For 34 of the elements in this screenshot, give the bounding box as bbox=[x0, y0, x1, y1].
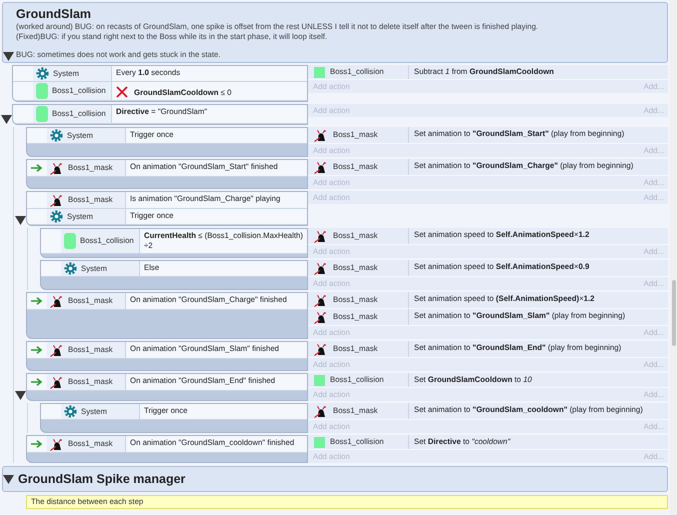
horned-figure-icon bbox=[314, 342, 328, 356]
horned-figure-icon bbox=[50, 343, 64, 357]
expand-toggle-icon[interactable] bbox=[3, 51, 14, 62]
sprite-icon bbox=[36, 83, 48, 99]
arrow-icon bbox=[31, 297, 43, 305]
horned-figure-icon bbox=[50, 375, 64, 389]
scrollbar[interactable] bbox=[670, 0, 677, 515]
sprite-icon bbox=[64, 233, 76, 249]
sprite-icon bbox=[314, 66, 325, 78]
arrow-icon bbox=[31, 346, 43, 354]
expand-toggle-icon[interactable] bbox=[14, 390, 26, 401]
scroll-thumb[interactable] bbox=[672, 280, 676, 346]
sprite-icon bbox=[36, 106, 48, 122]
horned-figure-icon bbox=[50, 193, 64, 207]
horned-figure-icon bbox=[314, 404, 328, 418]
expand-toggle-icon[interactable] bbox=[0, 114, 12, 125]
group-title: GroundSlam Spike manager bbox=[18, 471, 186, 487]
arrow-icon bbox=[31, 164, 43, 172]
expand-toggle-icon[interactable] bbox=[14, 215, 26, 226]
sprite-icon bbox=[314, 436, 325, 448]
group-title: GroundSlam bbox=[16, 6, 92, 22]
sprite-icon bbox=[314, 374, 325, 386]
horned-figure-icon bbox=[314, 229, 328, 243]
expand-toggle-icon[interactable] bbox=[3, 474, 14, 484]
horned-figure-icon bbox=[314, 261, 328, 275]
horned-figure-icon bbox=[314, 293, 328, 307]
horned-figure-icon bbox=[314, 160, 328, 174]
horned-figure-icon bbox=[50, 161, 64, 175]
horned-figure-icon bbox=[314, 310, 328, 324]
horned-figure-icon bbox=[314, 128, 328, 142]
arrow-icon bbox=[31, 378, 43, 386]
horned-figure-icon bbox=[50, 294, 64, 308]
arrow-icon bbox=[31, 440, 43, 448]
horned-figure-icon bbox=[50, 437, 64, 451]
